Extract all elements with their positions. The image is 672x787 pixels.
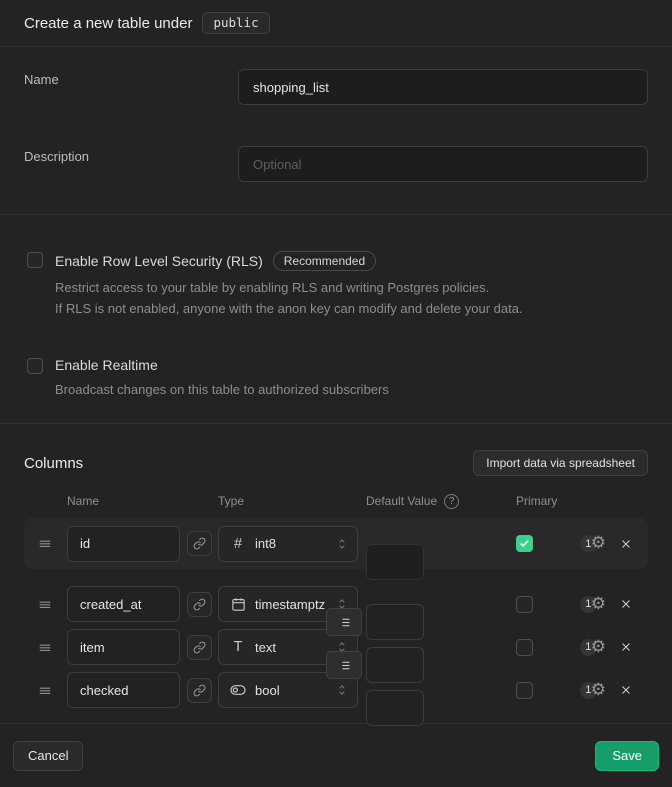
- column-default-input[interactable]: [366, 647, 424, 683]
- panel-title: Create a new table under: [24, 15, 192, 32]
- gear-icon: ⚙: [591, 596, 606, 613]
- help-icon[interactable]: ?: [444, 494, 459, 509]
- name-label: Name: [24, 69, 238, 87]
- column-default-input[interactable]: [366, 604, 424, 640]
- delete-column-button[interactable]: [619, 640, 633, 654]
- import-data-button[interactable]: Import data via spreadsheet: [473, 450, 648, 476]
- primary-checkbox[interactable]: [516, 596, 533, 613]
- rls-description: Restrict access to your table by enablin…: [55, 277, 523, 319]
- foreign-key-link-icon[interactable]: [187, 678, 212, 703]
- column-row-id: # int8 1 ⚙: [24, 518, 648, 569]
- gear-icon: ⚙: [591, 639, 606, 656]
- foreign-key-link-icon[interactable]: [187, 635, 212, 660]
- text-icon: T: [229, 639, 247, 655]
- drag-handle-icon[interactable]: [38, 536, 52, 551]
- realtime-description: Broadcast changes on this table to autho…: [55, 379, 389, 400]
- schema-chip: public: [202, 12, 269, 35]
- rls-label: Enable Row Level Security (RLS): [55, 253, 263, 269]
- column-default-input[interactable]: [366, 544, 424, 580]
- foreign-key-link-icon[interactable]: [187, 592, 212, 617]
- drag-handle-icon[interactable]: [38, 683, 52, 698]
- table-settings-section: Enable Row Level Security (RLS) Recommen…: [0, 215, 672, 424]
- column-settings-button[interactable]: 1 ⚙: [580, 596, 606, 613]
- default-value-suggestions-button[interactable]: [326, 608, 362, 636]
- column-name-input[interactable]: [67, 672, 180, 708]
- drag-handle-icon[interactable]: [38, 597, 52, 612]
- create-table-panel: Create a new table under public Name Des…: [0, 0, 672, 787]
- cancel-button[interactable]: Cancel: [13, 741, 83, 771]
- recommended-badge: Recommended: [273, 251, 376, 271]
- delete-column-button[interactable]: [619, 683, 633, 697]
- gear-icon: ⚙: [591, 682, 606, 699]
- column-row-created-at: timestamptz 1 ⚙: [24, 586, 648, 622]
- table-details-section: Name Description: [0, 47, 672, 215]
- rls-toggle-block: Enable Row Level Security (RLS) Recommen…: [27, 251, 648, 319]
- chevron-up-down-icon: [335, 537, 349, 551]
- column-name-input[interactable]: [67, 526, 180, 562]
- realtime-toggle-block: Enable Realtime Broadcast changes on thi…: [27, 357, 648, 400]
- column-default-input[interactable]: [366, 690, 424, 726]
- calendar-icon: [229, 597, 247, 612]
- header-primary: Primary: [516, 494, 557, 508]
- default-value-suggestions-button[interactable]: [326, 651, 362, 679]
- save-button[interactable]: Save: [595, 741, 659, 771]
- gear-icon: ⚙: [591, 535, 606, 552]
- delete-column-button[interactable]: [619, 597, 633, 611]
- columns-header-row: Name Type Default Value ? Primary: [24, 493, 648, 509]
- table-name-input[interactable]: [238, 69, 648, 105]
- primary-checkbox[interactable]: [516, 682, 533, 699]
- toggle-icon: [229, 682, 247, 698]
- panel-header: Create a new table under public: [0, 0, 672, 47]
- column-settings-button[interactable]: 1 ⚙: [580, 535, 606, 552]
- header-default-value: Default Value: [366, 494, 437, 508]
- chevron-up-down-icon: [335, 683, 349, 697]
- columns-title: Columns: [24, 455, 83, 472]
- foreign-key-link-icon[interactable]: [187, 531, 212, 556]
- description-label: Description: [24, 146, 238, 164]
- column-settings-button[interactable]: 1 ⚙: [580, 682, 606, 699]
- hash-icon: #: [229, 536, 247, 552]
- column-name-input[interactable]: [67, 586, 180, 622]
- column-settings-button[interactable]: 1 ⚙: [580, 639, 606, 656]
- header-name: Name: [67, 494, 180, 508]
- realtime-checkbox[interactable]: [27, 358, 43, 374]
- column-name-input[interactable]: [67, 629, 180, 665]
- header-type: Type: [218, 494, 358, 508]
- delete-column-button[interactable]: [619, 537, 633, 551]
- columns-section: Columns Import data via spreadsheet Name…: [0, 424, 672, 724]
- primary-checkbox[interactable]: [516, 535, 533, 552]
- realtime-label: Enable Realtime: [55, 357, 158, 373]
- table-description-input[interactable]: [238, 146, 648, 182]
- column-type-select[interactable]: # int8: [218, 526, 358, 562]
- panel-footer: Cancel Save: [0, 724, 672, 787]
- primary-checkbox[interactable]: [516, 639, 533, 656]
- rls-checkbox[interactable]: [27, 252, 43, 268]
- drag-handle-icon[interactable]: [38, 640, 52, 655]
